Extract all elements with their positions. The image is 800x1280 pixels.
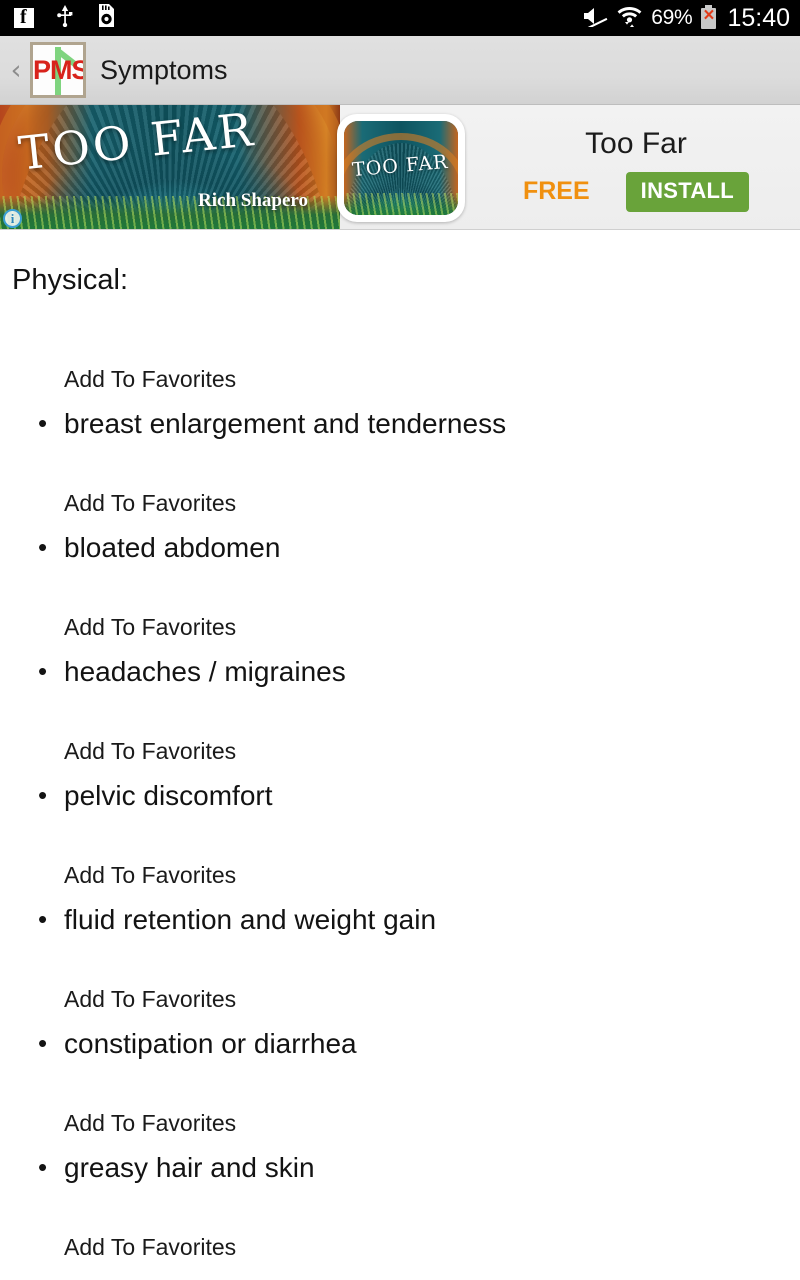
- list-item: • headaches / migraines: [0, 655, 800, 688]
- install-button[interactable]: INSTALL: [625, 171, 750, 212]
- add-to-favorites-link[interactable]: Add To Favorites: [0, 860, 800, 890]
- status-bar: 69% 15:40: [0, 0, 800, 36]
- bullet-icon: •: [38, 656, 48, 686]
- section-heading-physical: Physical:: [12, 264, 129, 296]
- bullet-icon: •: [38, 408, 48, 438]
- action-bar: ‹ PMS Symptoms: [0, 36, 800, 105]
- wifi-icon: [617, 4, 642, 33]
- symptom-block: Add To Favorites •tiredness: [0, 1232, 800, 1279]
- status-bar-clock: 15:40: [727, 3, 790, 32]
- bullet-icon: •: [38, 1028, 48, 1058]
- ad-price-label: FREE: [522, 177, 590, 205]
- list-item: • fluid retention and weight gain: [0, 903, 800, 936]
- ad-artwork[interactable]: TOO FAR Rich Shapero i: [0, 105, 340, 229]
- symptom-label: constipation or diarrhea: [64, 1028, 357, 1059]
- symptom-label: pelvic discomfort: [64, 780, 273, 811]
- symptom-label: bloated abdomen: [64, 532, 281, 563]
- add-to-favorites-link[interactable]: Add To Favorites: [0, 488, 800, 518]
- bullet-icon: •: [38, 904, 48, 934]
- status-bar-right-icons: 69% 15:40: [582, 4, 790, 33]
- add-to-favorites-link[interactable]: Add To Favorites: [0, 612, 800, 642]
- list-item: • pelvic discomfort: [0, 779, 800, 812]
- add-to-favorites-link[interactable]: Add To Favorites: [0, 1108, 800, 1138]
- app-logo[interactable]: PMS: [30, 42, 86, 98]
- symptom-label: breast enlargement and tenderness: [64, 408, 507, 439]
- content-area: Physical: Add To Favorites • breast enlarg…: [0, 230, 800, 1279]
- symptom-block: Add To Favorites • constipation or diarrhe…: [0, 984, 800, 1060]
- add-to-favorites-link[interactable]: Add To Favorites: [0, 736, 800, 766]
- list-item: • constipation or diarrhea: [0, 1027, 800, 1060]
- ad-banner[interactable]: TOO FAR Rich Shapero i TOO FAR Too Far F…: [0, 105, 800, 230]
- symptom-label: headaches / migraines: [64, 656, 346, 687]
- bullet-icon: •: [38, 1275, 64, 1279]
- status-bar-left-icons: [14, 4, 115, 32]
- logo-label: PMS: [33, 55, 86, 85]
- facebook-icon: [14, 6, 34, 28]
- bullet-icon: •: [38, 1152, 48, 1182]
- sd-card-settings-icon: [96, 4, 115, 32]
- ad-artwork-author: Rich Shapero: [198, 190, 308, 211]
- mute-icon: [582, 5, 608, 32]
- ad-app-icon-art: TOO FAR: [344, 121, 458, 215]
- add-to-favorites-link[interactable]: Add To Favorites: [0, 1232, 800, 1262]
- bullet-icon: •: [38, 532, 48, 562]
- list-item: •tiredness: [0, 1275, 800, 1279]
- ad-app-icon[interactable]: TOO FAR: [337, 114, 465, 222]
- add-to-favorites-link[interactable]: Add To Favorites: [0, 984, 800, 1014]
- symptom-label: fluid retention and weight gain: [64, 904, 437, 935]
- ad-cta-row: FREE INSTALL: [522, 171, 750, 212]
- battery-percent-label: 69%: [651, 6, 693, 29]
- app-root: 69% 15:40 ‹ PMS Symptoms TOO FAR Rich Sh…: [0, 0, 800, 1280]
- symptom-block: Add To Favorites • headaches / migraines: [0, 612, 800, 688]
- list-item: • breast enlargement and tenderness: [0, 407, 800, 440]
- ad-app-icon-grass: [344, 193, 458, 215]
- symptom-block: Add To Favorites • pelvic discomfort: [0, 736, 800, 812]
- add-to-favorites-link[interactable]: Add To Favorites: [0, 364, 800, 394]
- battery-error-icon: [701, 4, 717, 29]
- list-item: • greasy hair and skin: [0, 1151, 800, 1184]
- symptom-block: Add To Favorites • breast enlargement and …: [0, 364, 800, 440]
- symptom-list: Add To Favorites • breast enlargement and …: [0, 364, 800, 1279]
- symptom-block: Add To Favorites • greasy hair and skin: [0, 1108, 800, 1184]
- adchoices-info-icon[interactable]: i: [3, 209, 22, 228]
- bullet-icon: •: [38, 780, 48, 810]
- page-title: Symptoms: [100, 54, 228, 85]
- symptom-block: Add To Favorites • fluid retention and wei…: [0, 860, 800, 936]
- symptom-label: greasy hair and skin: [64, 1152, 315, 1183]
- list-item: • bloated abdomen: [0, 531, 800, 564]
- ad-info-panel: Too Far FREE INSTALL: [472, 105, 800, 229]
- ad-app-name: Too Far: [585, 126, 687, 160]
- back-button[interactable]: ‹: [4, 57, 28, 84]
- symptom-label: tiredness: [64, 1275, 178, 1279]
- usb-icon: [56, 4, 74, 32]
- symptom-block: Add To Favorites • bloated abdomen: [0, 488, 800, 564]
